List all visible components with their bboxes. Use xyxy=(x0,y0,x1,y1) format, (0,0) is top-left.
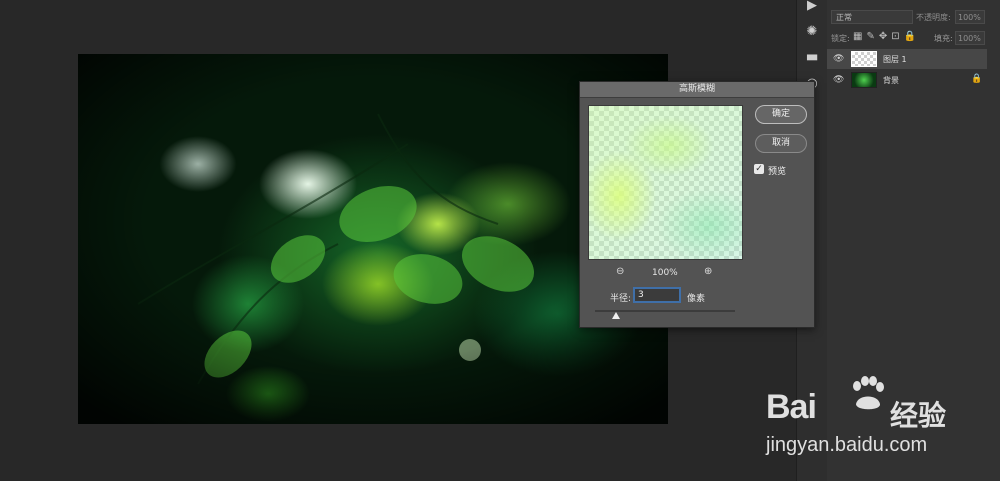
play-icon[interactable]: ▶ xyxy=(804,0,820,14)
ok-button[interactable]: 确定 xyxy=(755,105,807,124)
fill-label: 填充: xyxy=(934,34,953,43)
blur-preview[interactable] xyxy=(588,105,743,260)
cancel-button[interactable]: 取消 xyxy=(755,134,807,153)
gaussian-blur-dialog: 高斯模糊 确定 取消 ✓ 预览 ⊖ 100% ⊕ 半径: 像素 xyxy=(579,81,815,328)
radius-unit: 像素 xyxy=(687,294,706,304)
layer-thumbnail xyxy=(851,51,877,67)
eye-icon[interactable]: 👁 xyxy=(833,75,844,85)
levels-icon[interactable]: ▃ xyxy=(804,46,820,62)
blend-mode-select[interactable]: 正常 xyxy=(831,10,913,24)
baidu-watermark: Bai 经验 jingyan.baidu.com xyxy=(766,374,996,460)
eye-icon[interactable]: 👁 xyxy=(833,54,844,64)
sun-icon[interactable]: ✺ xyxy=(804,24,820,40)
preview-label: 预览 xyxy=(768,167,787,177)
fill-field[interactable]: 100% xyxy=(955,31,985,45)
watermark-logo-text: Bai xyxy=(766,388,817,426)
layer-name: 背景 xyxy=(883,76,899,85)
layer-row-background[interactable]: 👁 背景 🔒 xyxy=(827,70,987,90)
radius-input[interactable] xyxy=(633,287,681,303)
radius-slider-thumb[interactable] xyxy=(612,312,620,319)
opacity-field[interactable]: 100% xyxy=(955,10,985,24)
radius-label: 半径: xyxy=(610,294,632,304)
lock-options-icons[interactable]: ▦✎✥⊡🔒 xyxy=(853,31,920,42)
layer-thumbnail xyxy=(851,72,877,88)
preview-checkbox[interactable]: ✓ xyxy=(754,164,764,174)
zoom-in-icon[interactable]: ⊕ xyxy=(704,266,712,277)
layer-row-layer1[interactable]: 👁 图层 1 xyxy=(827,49,987,69)
preview-image xyxy=(589,106,742,259)
paw-icon xyxy=(853,376,884,410)
zoom-level: 100% xyxy=(652,268,678,278)
watermark-url: jingyan.baidu.com xyxy=(766,434,928,456)
zoom-out-icon[interactable]: ⊖ xyxy=(616,266,624,277)
watermark-cn-text: 经验 xyxy=(890,399,947,432)
layer-name: 图层 1 xyxy=(883,55,907,64)
opacity-label: 不透明度: xyxy=(916,13,951,22)
lock-label: 锁定: xyxy=(831,34,850,43)
dialog-title: 高斯模糊 xyxy=(580,82,814,98)
lock-icon: 🔒 xyxy=(971,74,983,84)
